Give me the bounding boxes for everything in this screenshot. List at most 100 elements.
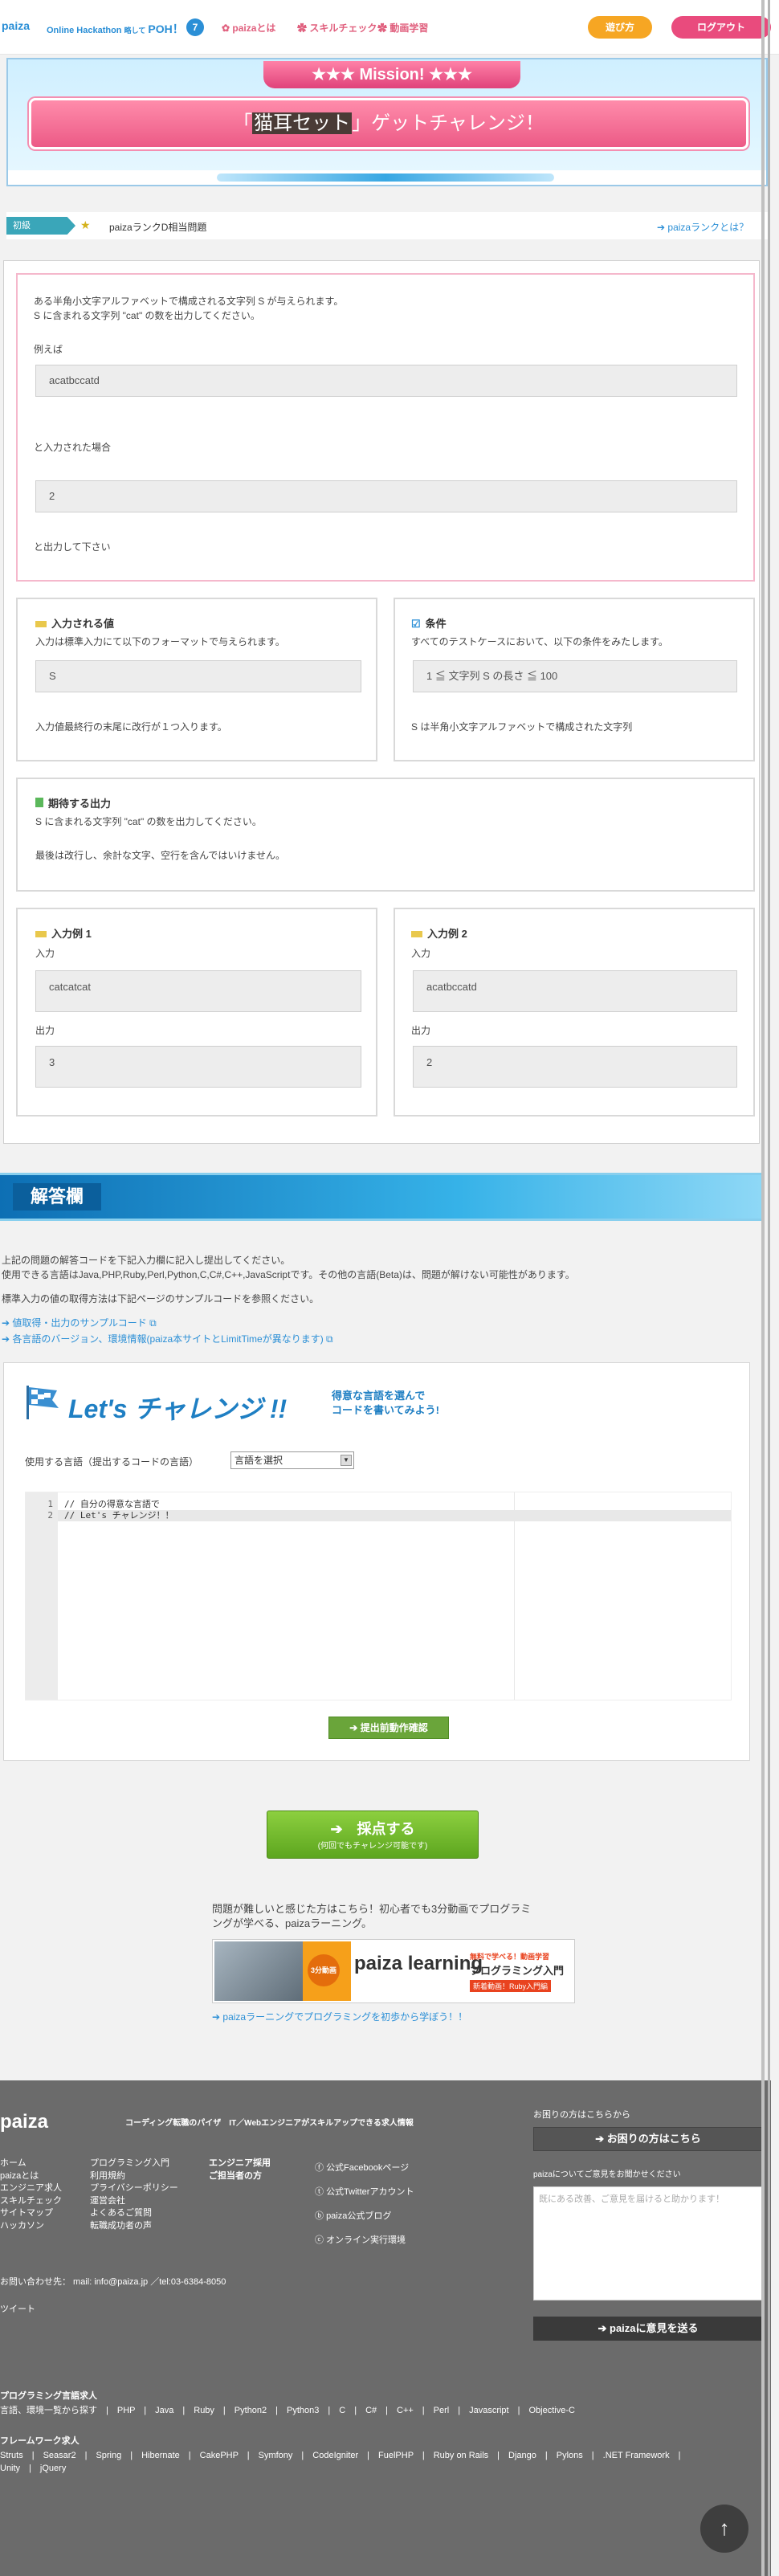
- footer-link[interactable]: サイトマップ: [0, 2207, 62, 2220]
- nav-video-learning[interactable]: ✿ 動画学習: [377, 21, 428, 35]
- separator: |: [267, 2406, 288, 2415]
- answer-header: 解答欄: [0, 1173, 763, 1221]
- nav-skill-check[interactable]: ✿ スキルチェック: [297, 21, 377, 35]
- footer-job-link[interactable]: Hibernate: [141, 2451, 180, 2460]
- footer-job-link[interactable]: Java: [155, 2406, 173, 2415]
- footer-link[interactable]: 転職成功者の声: [90, 2220, 178, 2233]
- answer-line-2: 使用できる言語はJava,PHP,Ruby,Perl,Python,C,C#,C…: [2, 1269, 575, 1280]
- how-to-play-button[interactable]: 遊び方: [588, 16, 652, 39]
- submit-button[interactable]: ➔ 採点する (何回でもチャレンジ可能です): [267, 1811, 479, 1859]
- footer-link[interactable]: プライバシーポリシー: [90, 2182, 178, 2195]
- online-env-link[interactable]: ⓒ オンライン実行環境: [315, 2228, 414, 2252]
- footer-job-link[interactable]: Ruby on Rails: [434, 2451, 488, 2460]
- separator: |: [413, 2451, 434, 2460]
- footer-link[interactable]: ホーム: [0, 2158, 62, 2170]
- sample-code-link[interactable]: ➔ 値取得・出力のサンプルコード ⧉: [2, 1316, 157, 1329]
- arrow-circle-icon: ➔: [330, 1821, 343, 1837]
- example-2-title: 入力例 2: [411, 925, 467, 941]
- version-info-link[interactable]: ➔ 各言語のバージョン、環境情報(paiza本サイトとLimitTimeが異なり…: [2, 1332, 333, 1345]
- footer-link[interactable]: プログラミング入門: [90, 2158, 178, 2170]
- rank-link[interactable]: ➔ paizaランクとは？: [657, 220, 748, 234]
- condition-note: S は半角小文字アルファベットで構成された文字列: [411, 721, 633, 733]
- footer-link[interactable]: ご担当者の方: [209, 2170, 271, 2183]
- footer-link[interactable]: ハッカソン: [0, 2220, 62, 2233]
- event-title[interactable]: Online Hackathon 略して POH！: [47, 21, 184, 37]
- scrollbar-track[interactable]: [768, 0, 770, 2576]
- scroll-to-top-button[interactable]: ↑: [700, 2505, 748, 2553]
- footer-logo[interactable]: paiza: [0, 2111, 48, 2133]
- separator: |: [97, 2406, 117, 2415]
- banner-logo: paiza learning: [354, 1953, 483, 1974]
- footer-job-link[interactable]: Pylons: [557, 2451, 583, 2460]
- example-input-box: acatbccatd: [35, 365, 737, 397]
- footer-job-link[interactable]: .NET Framework: [603, 2451, 670, 2460]
- footer: paiza コーディング転職のパイザ IT／Webエンジニアがスキルアップできる…: [0, 2080, 771, 2576]
- nav-paiza-about[interactable]: ✿ paizaとは: [222, 21, 275, 35]
- learning-banner[interactable]: 3分動画 paiza learning 無料で学べる！動画学習 プログラミング入…: [212, 1939, 575, 2003]
- footer-link[interactable]: 運営会社: [90, 2195, 178, 2208]
- help-button[interactable]: ➔ お困りの方はこちら: [533, 2127, 763, 2151]
- mission-footer-strip: [8, 170, 766, 185]
- check-run-button[interactable]: ➔ 提出前動作確認: [328, 1717, 449, 1739]
- footer-link[interactable]: 利用規約: [90, 2170, 178, 2183]
- expected-desc-1: S に含まれる文字列 "cat" の数を出力してください。: [35, 816, 262, 827]
- arrow-circle-icon: ➔: [349, 1722, 358, 1733]
- footer-job-link[interactable]: Objective-C: [528, 2406, 574, 2415]
- footer-job-link[interactable]: Javascript: [469, 2406, 509, 2415]
- footer-link[interactable]: スキルチェック: [0, 2195, 62, 2208]
- twitter-icon: ⓣ: [315, 2187, 324, 2197]
- footer-link[interactable]: エンジニア求人: [0, 2182, 62, 2195]
- footer-job-link[interactable]: Python3: [287, 2406, 319, 2415]
- input-format-value: S: [35, 660, 361, 692]
- twitter-link[interactable]: ⓣ 公式Twitterアカウント: [315, 2180, 414, 2204]
- input-box-title: 入力される値: [35, 615, 114, 631]
- folder-icon: [411, 931, 422, 937]
- footer-job-link[interactable]: jQuery: [40, 2464, 66, 2473]
- footer-job-link[interactable]: FuelPHP: [378, 2451, 414, 2460]
- footer-job-link[interactable]: Symfony: [259, 2451, 293, 2460]
- footer-job-link[interactable]: Struts: [0, 2451, 23, 2460]
- footer-job-link[interactable]: C++: [397, 2406, 414, 2415]
- footer-job-link[interactable]: Ruby: [194, 2406, 214, 2415]
- framework-jobs-list: Struts | Seasar2 | Spring | Hibernate | …: [0, 2450, 707, 2475]
- blog-link[interactable]: ⓑ paiza公式ブログ: [315, 2204, 414, 2228]
- paiza-logo[interactable]: paiza: [2, 19, 30, 32]
- separator: |: [345, 2406, 366, 2415]
- tweet-link[interactable]: ツイート: [0, 2304, 35, 2317]
- footer-job-link[interactable]: Spring: [96, 2451, 121, 2460]
- footer-link[interactable]: エンジニア採用: [209, 2158, 271, 2170]
- banner-text-3: 新着動画！Ruby入門編: [470, 1980, 552, 1992]
- separator: |: [488, 2451, 509, 2460]
- footer-link[interactable]: paizaとは: [0, 2170, 62, 2183]
- opinion-textarea[interactable]: 既にある改善、ご意見を届けると助かります！: [533, 2186, 763, 2300]
- logout-button[interactable]: ログアウト: [671, 16, 771, 39]
- line-numbers: 12: [47, 1499, 53, 1521]
- example-1-box: 入力例 1 入力 catcatcat 出力 3: [16, 908, 377, 1117]
- separator: |: [20, 2463, 40, 2473]
- footer-job-link[interactable]: Unity: [0, 2464, 20, 2473]
- footer-job-link[interactable]: Python2: [235, 2406, 267, 2415]
- footer-job-link[interactable]: Perl: [434, 2406, 450, 2415]
- footer-job-link[interactable]: CakePHP: [200, 2451, 239, 2460]
- footer-job-link[interactable]: C#: [365, 2406, 377, 2415]
- footer-contact: お問い合わせ先： mail: info@paiza.jp ／tel:03-638…: [0, 2277, 226, 2287]
- send-opinion-button[interactable]: ➔ paizaに意見を送る: [533, 2317, 763, 2341]
- footer-job-link[interactable]: CodeIgniter: [312, 2451, 358, 2460]
- separator: |: [22, 2451, 43, 2460]
- facebook-link[interactable]: ⓕ 公式Facebookページ: [315, 2156, 414, 2180]
- mission-tab: ★★★ Mission! ★★★: [263, 61, 520, 88]
- footer-job-link[interactable]: Seasar2: [43, 2451, 76, 2460]
- footer-job-link[interactable]: 言語、環境一覧から探す: [0, 2406, 97, 2415]
- example-1-input-label: 入力: [35, 948, 55, 959]
- arrow-circle-icon: ➔: [212, 2011, 221, 2023]
- learning-link[interactable]: ➔ paizaラーニングでプログラミングを初歩から学ぼう！！: [212, 2010, 467, 2023]
- footer-job-link[interactable]: Django: [508, 2451, 536, 2460]
- footer-col-1: ホーム paizaとは エンジニア求人 スキルチェック サイトマップ ハッカソン: [0, 2158, 62, 2232]
- footer-link[interactable]: よくあるご質問: [90, 2207, 178, 2220]
- code-editor[interactable]: 12 // 自分の得意な言語で// Let's チャレンジ！！: [25, 1492, 732, 1700]
- poh-number-badge: 7: [186, 18, 204, 36]
- example-2-output-label: 出力: [411, 1025, 431, 1036]
- code-icon: ⓒ: [315, 2235, 324, 2245]
- language-select[interactable]: 言語を選択 ▼: [230, 1451, 354, 1469]
- footer-job-link[interactable]: PHP: [117, 2406, 135, 2415]
